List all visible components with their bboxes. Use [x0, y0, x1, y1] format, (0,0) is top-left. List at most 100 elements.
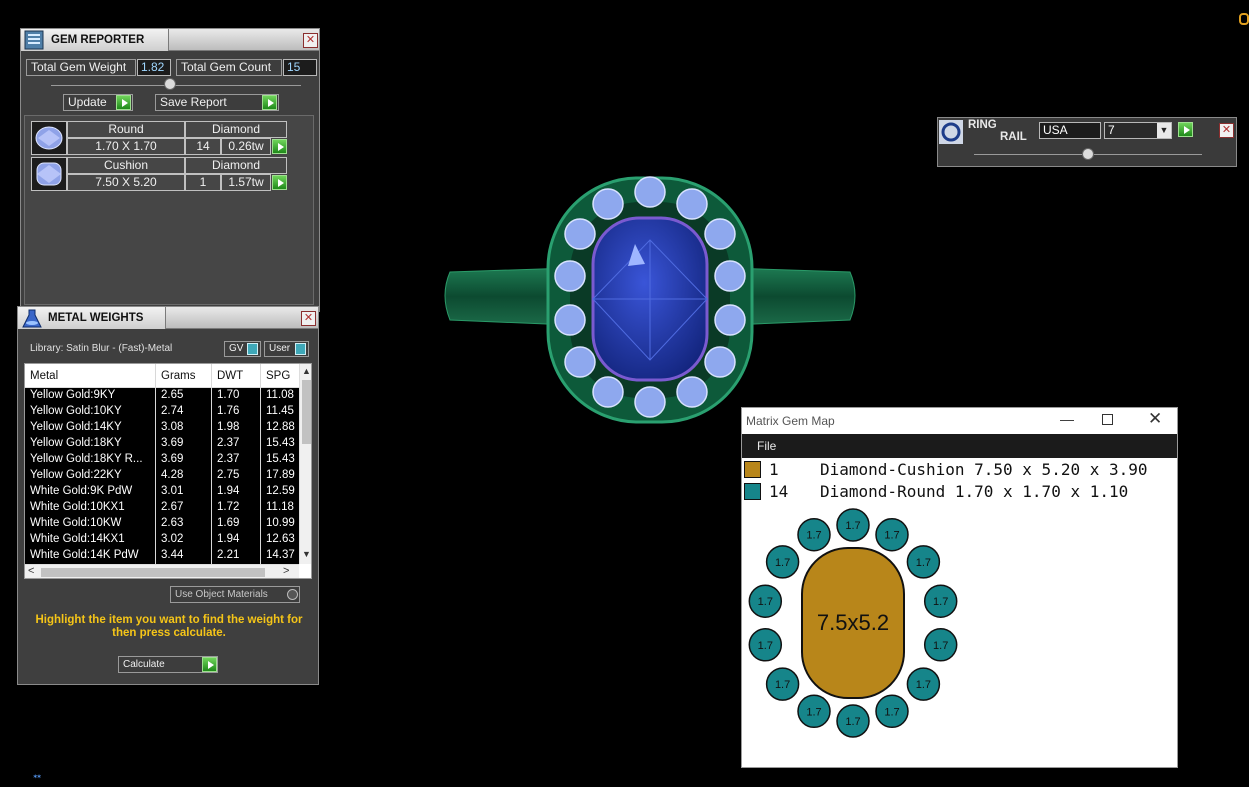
gem-row-round[interactable]: Round Diamond 1.70 X 1.70 14 0.26tw [31, 121, 291, 155]
save-report-go-icon[interactable] [262, 95, 277, 110]
gem-reporter-icon [24, 30, 44, 50]
ring-rail-title-top: RING [968, 119, 997, 131]
horizontal-scroll-thumb[interactable] [41, 568, 265, 577]
round-stone-label: 1.7 [916, 679, 931, 691]
table-row[interactable]: White Gold:9K PdW 3.01 1.94 12.59 [25, 484, 301, 500]
gem-reporter-slider-track[interactable] [51, 85, 301, 86]
menu-file[interactable]: File [757, 439, 776, 453]
table-row[interactable]: White Gold:10KX1 2.67 1.72 11.18 [25, 500, 301, 516]
ring-3d-viewport[interactable] [430, 160, 870, 430]
table-horizontal-scrollbar[interactable]: < > [25, 564, 299, 578]
gem-reporter-slider-handle[interactable] [164, 78, 176, 90]
use-object-materials-button[interactable]: Use Object Materials [170, 586, 300, 603]
minimize-icon[interactable]: — [1060, 411, 1074, 427]
cell-grams: 3.69 [156, 452, 212, 468]
table-row[interactable]: Yellow Gold:14KY 3.08 1.98 12.88 [25, 420, 301, 436]
round-stone-label: 1.7 [775, 557, 790, 569]
cell-dwt: 1.70 [212, 388, 261, 404]
cell-spg: 15.43 [261, 436, 301, 452]
round-stone-label: 1.7 [884, 706, 899, 718]
cell-spg: 10.99 [261, 516, 301, 532]
scroll-up-icon[interactable]: ▲ [300, 366, 311, 376]
column-header-spg[interactable]: SPG [261, 364, 301, 387]
round-stone-label: 1.7 [845, 716, 860, 728]
cell-metal: Yellow Gold:10KY [25, 404, 156, 420]
gem-row-cushion-go-icon[interactable] [272, 175, 287, 190]
gem-type: Diamond [185, 121, 287, 138]
use-object-materials-radio-icon[interactable] [287, 589, 298, 600]
column-header-dwt[interactable]: DWT [212, 364, 261, 387]
gv-toggle-switch[interactable] [247, 343, 258, 355]
corner-app-icon[interactable] [1239, 13, 1249, 25]
gem-reporter-titlebar[interactable]: GEM REPORTER ✕ [21, 29, 319, 51]
cell-spg: 12.59 [261, 484, 301, 500]
user-label: User [269, 343, 291, 354]
gem-map-titlebar[interactable]: Matrix Gem Map — ✕ [742, 408, 1177, 434]
cell-grams: 2.65 [156, 388, 212, 404]
cell-dwt: 1.98 [212, 420, 261, 436]
scroll-left-icon[interactable]: < [28, 565, 34, 577]
cell-spg: 15.43 [261, 452, 301, 468]
gem-reporter-close-icon[interactable]: ✕ [303, 33, 318, 48]
save-report-button[interactable]: Save Report [155, 94, 279, 111]
cell-metal: White Gold:10KX1 [25, 500, 156, 516]
cell-metal: Yellow Gold:22KY [25, 468, 156, 484]
legend-description: Diamond-Cushion 7.50 x 5.20 x 3.90 [820, 460, 1148, 479]
table-row[interactable]: Yellow Gold:10KY 2.74 1.76 11.45 [25, 404, 301, 420]
table-row[interactable]: White Gold:14K PdW 3.44 2.21 14.37 [25, 548, 301, 564]
cell-grams: 2.63 [156, 516, 212, 532]
total-gem-weight-label: Total Gem Weight [26, 59, 136, 76]
vertical-scroll-thumb[interactable] [302, 380, 311, 444]
round-stone-label: 1.7 [806, 530, 821, 542]
round-gem-thumbnail [31, 121, 67, 155]
table-row[interactable]: Yellow Gold:18KY 3.69 2.37 15.43 [25, 436, 301, 452]
cell-spg: 12.63 [261, 532, 301, 548]
cell-spg: 14.37 [261, 548, 301, 564]
maximize-icon[interactable] [1102, 414, 1113, 425]
cell-grams: 3.69 [156, 436, 212, 452]
region-field[interactable]: USA [1039, 122, 1101, 139]
cell-dwt: 2.75 [212, 468, 261, 484]
cell-metal: White Gold:10KW [25, 516, 156, 532]
ring-size-dropdown-icon[interactable]: ▼ [1157, 123, 1171, 138]
table-row[interactable]: Yellow Gold:9KY 2.65 1.70 11.08 [25, 388, 301, 404]
cushion-gem-thumbnail [31, 157, 67, 191]
gem-size: 1.70 X 1.70 [67, 138, 185, 155]
round-diamond-icon [35, 126, 63, 150]
gem-row-cushion[interactable]: Cushion Diamond 7.50 X 5.20 1 1.57tw [31, 157, 291, 191]
gem-reporter-title: GEM REPORTER [51, 34, 145, 46]
metal-weights-table[interactable]: Metal Grams DWT SPG Yellow Gold:9KY 2.65 1… [24, 363, 312, 579]
update-button-label: Update [68, 95, 107, 109]
ring-rail-go-icon[interactable] [1178, 122, 1193, 137]
cell-dwt: 2.37 [212, 452, 261, 468]
table-row[interactable]: Yellow Gold:22KY 4.28 2.75 17.89 [25, 468, 301, 484]
user-toggle-switch[interactable] [295, 343, 306, 355]
calculate-go-icon[interactable] [202, 657, 217, 672]
cell-metal: Yellow Gold:18KY [25, 436, 156, 452]
metal-weights-close-icon[interactable]: ✕ [301, 311, 316, 326]
gem-type: Diamond [185, 157, 287, 174]
table-vertical-scrollbar[interactable]: ▲ ▼ [299, 364, 311, 564]
table-row[interactable]: White Gold:10KW 2.63 1.69 10.99 [25, 516, 301, 532]
window-close-icon[interactable]: ✕ [1148, 409, 1162, 429]
column-header-grams[interactable]: Grams [156, 364, 212, 387]
column-header-metal[interactable]: Metal [25, 364, 156, 387]
table-row[interactable]: White Gold:14KX1 3.02 1.94 12.63 [25, 532, 301, 548]
scroll-down-icon[interactable]: ▼ [300, 549, 311, 559]
update-go-icon[interactable] [116, 95, 131, 110]
legend-count: 14 [769, 482, 789, 501]
table-row[interactable]: Yellow Gold:18KY R... 3.69 2.37 15.43 [25, 452, 301, 468]
round-stone-label: 1.7 [775, 679, 790, 691]
axis-gizmo-icon: ᕯ [33, 774, 42, 785]
cell-metal: Yellow Gold:9KY [25, 388, 156, 404]
gem-row-round-go-icon[interactable] [272, 139, 287, 154]
cell-metal: Yellow Gold:14KY [25, 420, 156, 436]
ring-rail-slider-handle[interactable] [1082, 148, 1094, 160]
scroll-right-icon[interactable]: > [283, 565, 289, 577]
cell-spg: 11.45 [261, 404, 301, 420]
round-stone-label: 1.7 [933, 596, 948, 608]
cell-spg: 17.89 [261, 468, 301, 484]
round-stone-label: 1.7 [806, 706, 821, 718]
ring-rail-close-icon[interactable]: ✕ [1219, 123, 1234, 138]
metal-weights-titlebar[interactable]: METAL WEIGHTS ✕ [18, 307, 318, 329]
